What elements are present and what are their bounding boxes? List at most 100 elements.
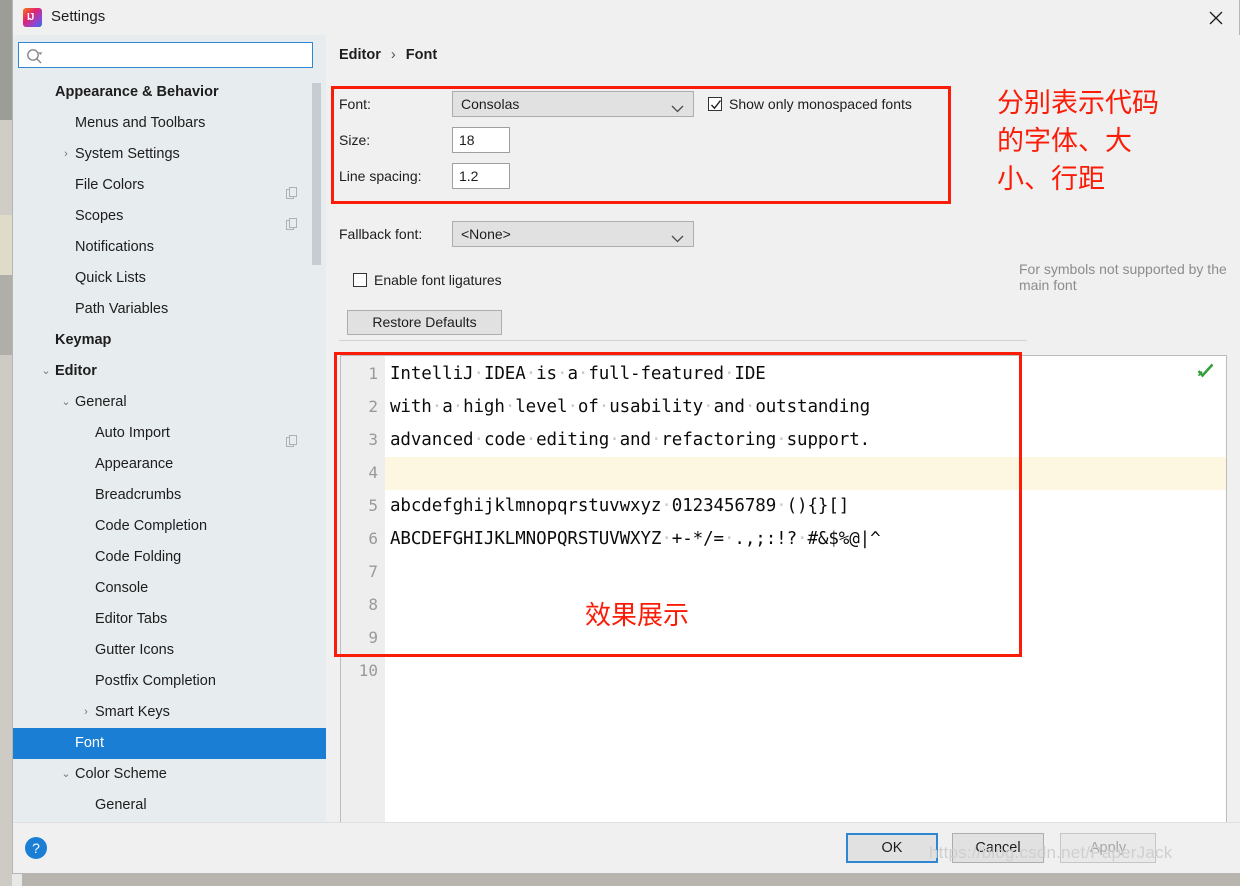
size-label: Size: bbox=[339, 132, 371, 148]
sidebar-item-console[interactable]: Console bbox=[13, 573, 326, 604]
bg-strip-1 bbox=[0, 0, 12, 120]
sidebar-item-appearance-behavior[interactable]: Appearance & Behavior bbox=[13, 77, 326, 108]
sidebar-item-label: Smart Keys bbox=[95, 704, 170, 720]
sidebar-item-label: Auto Import bbox=[95, 425, 170, 441]
annotation-line: 分别表示代码 bbox=[997, 88, 1159, 119]
editor-line-row[interactable] bbox=[385, 589, 1226, 622]
line-spacing-label: Line spacing: bbox=[339, 168, 422, 184]
size-row: Size: 18 bbox=[339, 127, 1019, 153]
sidebar-item-scopes[interactable]: Scopes bbox=[13, 201, 326, 232]
sidebar-item-label: Code Folding bbox=[95, 549, 182, 565]
sidebar-item-label: General bbox=[95, 797, 147, 813]
editor-line-number: 7 bbox=[368, 562, 378, 581]
editor-line-text: with·a·high·level·of·usability·and·outst… bbox=[390, 397, 871, 417]
sidebar-item-general[interactable]: ⌄ General bbox=[13, 387, 326, 418]
sidebar-item-label: Editor Tabs bbox=[95, 611, 168, 627]
breadcrumb-parent[interactable]: Editor bbox=[339, 47, 381, 63]
sidebar-item-label: Scopes bbox=[75, 208, 124, 224]
editor-code-area[interactable]: IntelliJ·IDEA·is·a·full-featured·IDE with… bbox=[385, 356, 1226, 846]
bg-strip-2 bbox=[0, 120, 12, 215]
ok-button[interactable]: OK bbox=[846, 833, 938, 863]
sidebar-item-label: Font bbox=[75, 735, 105, 751]
breadcrumb-current: Font bbox=[405, 47, 438, 63]
close-icon[interactable] bbox=[1193, 0, 1239, 35]
font-family-value: Consolas bbox=[461, 96, 520, 112]
sidebar-item-label: Quick Lists bbox=[75, 270, 146, 286]
inspection-checkmark-icon[interactable] bbox=[1197, 363, 1214, 381]
sidebar-item-editor[interactable]: ⌄ Editor bbox=[13, 356, 326, 387]
section-divider bbox=[339, 340, 1027, 341]
sidebar-item-label: File Colors bbox=[75, 177, 145, 193]
sidebar-item-color-scheme[interactable]: ⌄ Color Scheme bbox=[13, 759, 326, 790]
sidebar-item-label: Code Completion bbox=[95, 518, 208, 534]
copy-settings-icon[interactable] bbox=[286, 210, 298, 230]
font-family-combobox[interactable]: Consolas bbox=[452, 91, 694, 117]
editor-line-row[interactable] bbox=[385, 622, 1226, 655]
editor-line-number: 3 bbox=[368, 430, 378, 449]
editor-line-text: abcdefghijklmnopqrstuvwxyz·0123456789·()… bbox=[390, 496, 850, 516]
sidebar-scrollbar-thumb[interactable] bbox=[312, 83, 321, 265]
line-spacing-input[interactable]: 1.2 bbox=[452, 163, 510, 189]
sidebar-item-quick-lists[interactable]: Quick Lists bbox=[13, 263, 326, 294]
font-size-input[interactable]: 18 bbox=[452, 127, 510, 153]
chevron-down-icon[interactable]: ⌄ bbox=[59, 387, 73, 418]
restore-defaults-button[interactable]: Restore Defaults bbox=[347, 310, 502, 335]
bg-strip-4 bbox=[0, 275, 12, 355]
editor-line-number: 1 bbox=[368, 364, 378, 383]
sidebar-item-menus-and-toolbars[interactable]: Menus and Toolbars bbox=[13, 108, 326, 139]
editor-line-row[interactable] bbox=[385, 655, 1226, 688]
annotation-note-font-settings: 分别表示代码 的字体、大 小、行距 bbox=[997, 85, 1159, 199]
editor-line-row[interactable]: IntelliJ·IDEA·is·a·full-featured·IDE bbox=[385, 358, 1226, 391]
enable-ligatures-label: Enable font ligatures bbox=[374, 272, 502, 288]
editor-line-row[interactable]: ABCDEFGHIJKLMNOPQRSTUVWXYZ·+-*/=·.,;:!?·… bbox=[385, 523, 1226, 556]
sidebar-item-label: Keymap bbox=[55, 332, 112, 348]
sidebar-item-label: Path Variables bbox=[75, 301, 169, 317]
chevron-right-icon[interactable]: › bbox=[79, 697, 93, 728]
search-input[interactable] bbox=[47, 44, 305, 66]
sidebar-item-postfix-completion[interactable]: Postfix Completion bbox=[13, 666, 326, 697]
show-monospaced-checkbox[interactable] bbox=[708, 97, 722, 111]
sidebar-item-code-folding[interactable]: Code Folding bbox=[13, 542, 326, 573]
sidebar-item-auto-import[interactable]: Auto Import bbox=[13, 418, 326, 449]
bg-strip-5 bbox=[0, 355, 12, 886]
sidebar-item-label: Breadcrumbs bbox=[95, 487, 182, 503]
enable-ligatures-checkbox[interactable] bbox=[353, 273, 367, 287]
editor-line-number: 5 bbox=[368, 496, 378, 515]
sidebar-item-path-variables[interactable]: Path Variables bbox=[13, 294, 326, 325]
settings-tree[interactable]: Appearance & Behavior Menus and Toolbars ›… bbox=[13, 77, 326, 822]
chevron-down-icon[interactable]: ⌄ bbox=[39, 356, 53, 387]
search-box[interactable] bbox=[18, 42, 313, 68]
editor-line-row[interactable] bbox=[385, 457, 1226, 490]
editor-line-number: 9 bbox=[368, 628, 378, 647]
sidebar-item-gutter-icons[interactable]: Gutter Icons bbox=[13, 635, 326, 666]
sidebar-item-smart-keys[interactable]: › Smart Keys bbox=[13, 697, 326, 728]
editor-line-row[interactable]: with·a·high·level·of·usability·and·outst… bbox=[385, 391, 1226, 424]
chevron-down-icon[interactable]: ⌄ bbox=[59, 759, 73, 790]
sidebar-item-editor-tabs[interactable]: Editor Tabs bbox=[13, 604, 326, 635]
sidebar-item-appearance[interactable]: Appearance bbox=[13, 449, 326, 480]
editor-line-number: 6 bbox=[368, 529, 378, 548]
font-preview-editor[interactable]: 1 2 3 4 5 6 7 8 9 10 IntelliJ·IDEA·is·a·full-feat… bbox=[340, 355, 1227, 847]
fallback-font-combobox[interactable]: <None> bbox=[452, 221, 694, 247]
sidebar-item-keymap[interactable]: Keymap bbox=[13, 325, 326, 356]
copy-settings-icon[interactable] bbox=[286, 179, 298, 199]
help-question-icon[interactable]: ? bbox=[23, 835, 49, 861]
sidebar-item-general[interactable]: General bbox=[13, 790, 326, 821]
annotation-note-preview: 效果展示 bbox=[585, 601, 690, 631]
editor-line-row[interactable]: abcdefghijklmnopqrstuvwxyz·0123456789·()… bbox=[385, 490, 1226, 523]
editor-line-text: advanced·code·editing·and·refactoring·su… bbox=[390, 430, 871, 450]
sidebar-item-notifications[interactable]: Notifications bbox=[13, 232, 326, 263]
sidebar-item-breadcrumbs[interactable]: Breadcrumbs bbox=[13, 480, 326, 511]
editor-line-row[interactable] bbox=[385, 556, 1226, 589]
chevron-right-icon[interactable]: › bbox=[59, 139, 73, 170]
copy-settings-icon[interactable] bbox=[286, 427, 298, 447]
sidebar-item-code-completion[interactable]: Code Completion bbox=[13, 511, 326, 542]
intellij-idea-logo-icon: IJ bbox=[23, 8, 42, 27]
sidebar-item-system-settings[interactable]: › System Settings bbox=[13, 139, 326, 170]
editor-line-number: 4 bbox=[368, 463, 378, 482]
settings-sidebar: Appearance & Behavior Menus and Toolbars ›… bbox=[13, 35, 326, 822]
sidebar-item-file-colors[interactable]: File Colors bbox=[13, 170, 326, 201]
editor-line-row[interactable]: advanced·code·editing·and·refactoring·su… bbox=[385, 424, 1226, 457]
editor-line-text: IntelliJ·IDEA·is·a·full-featured·IDE bbox=[390, 364, 766, 384]
sidebar-item-font[interactable]: Font bbox=[13, 728, 326, 759]
